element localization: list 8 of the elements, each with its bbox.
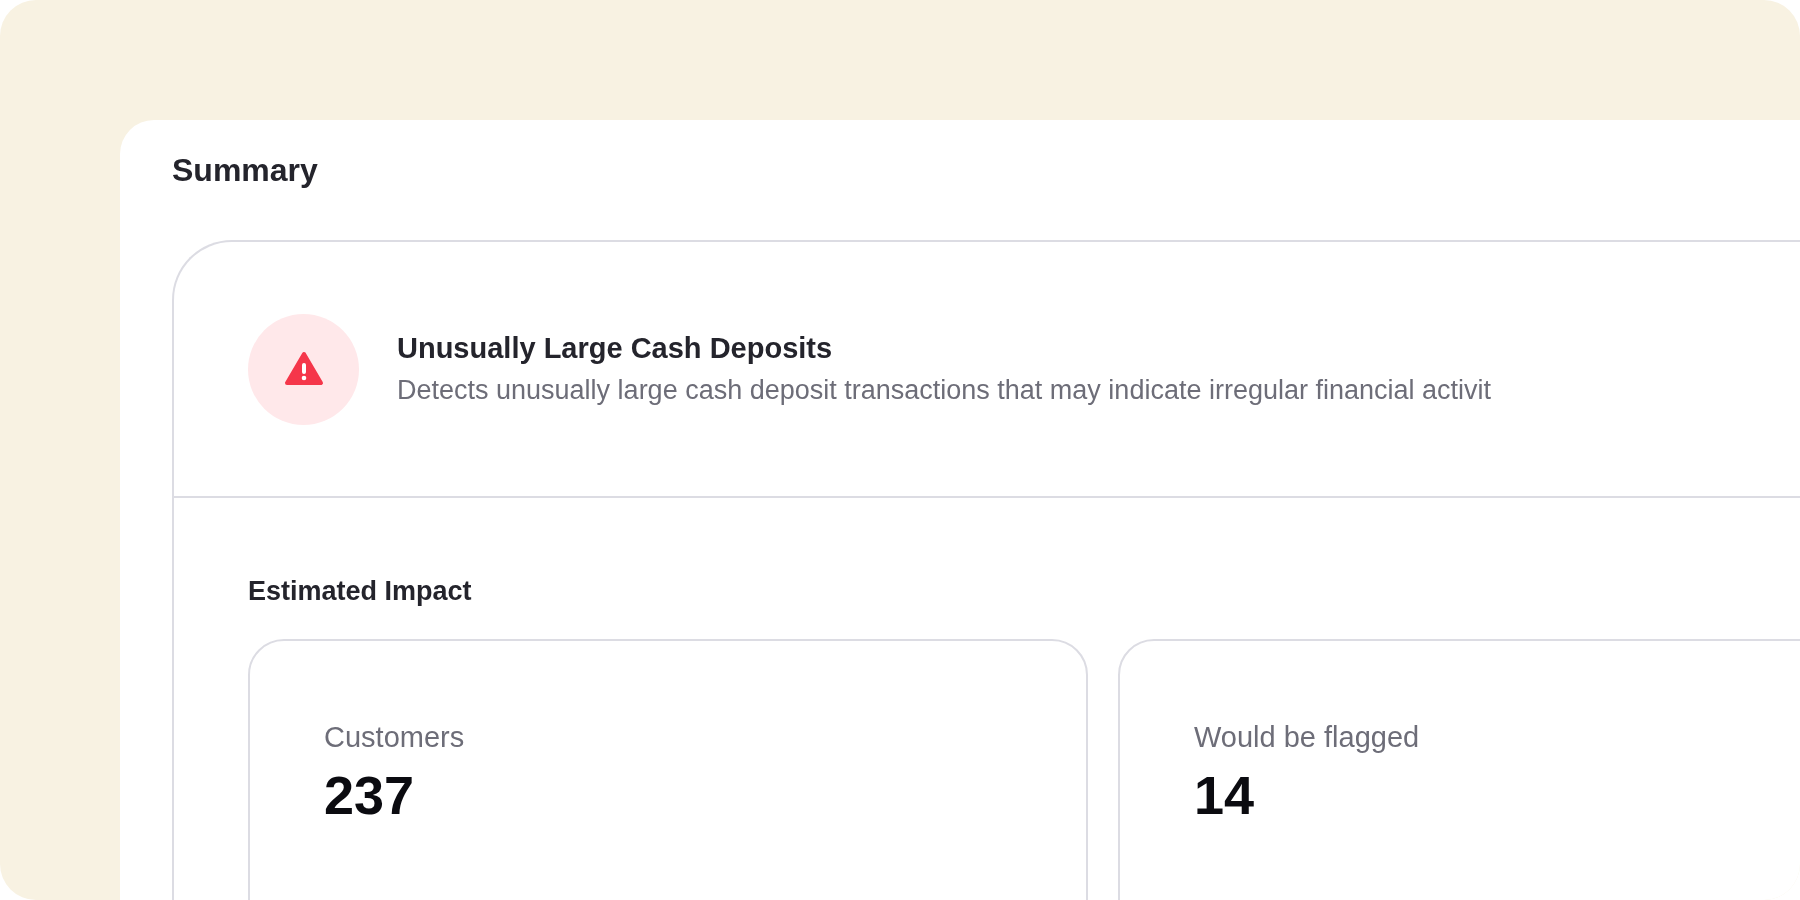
panel-title: Summary [172, 152, 319, 190]
section-title: Estimated Impact [248, 576, 473, 607]
metric-label: Customers [324, 721, 466, 754]
metric-value: 14 [1194, 764, 1256, 826]
rule-description: Detects unusually large cash deposit transactions that may indicate irregular financial activit [397, 375, 1492, 406]
metric-label: Would be flagged [1194, 721, 1421, 754]
rule-title: Unusually Large Cash Deposits [397, 332, 834, 365]
metric-value: 237 [324, 764, 416, 826]
